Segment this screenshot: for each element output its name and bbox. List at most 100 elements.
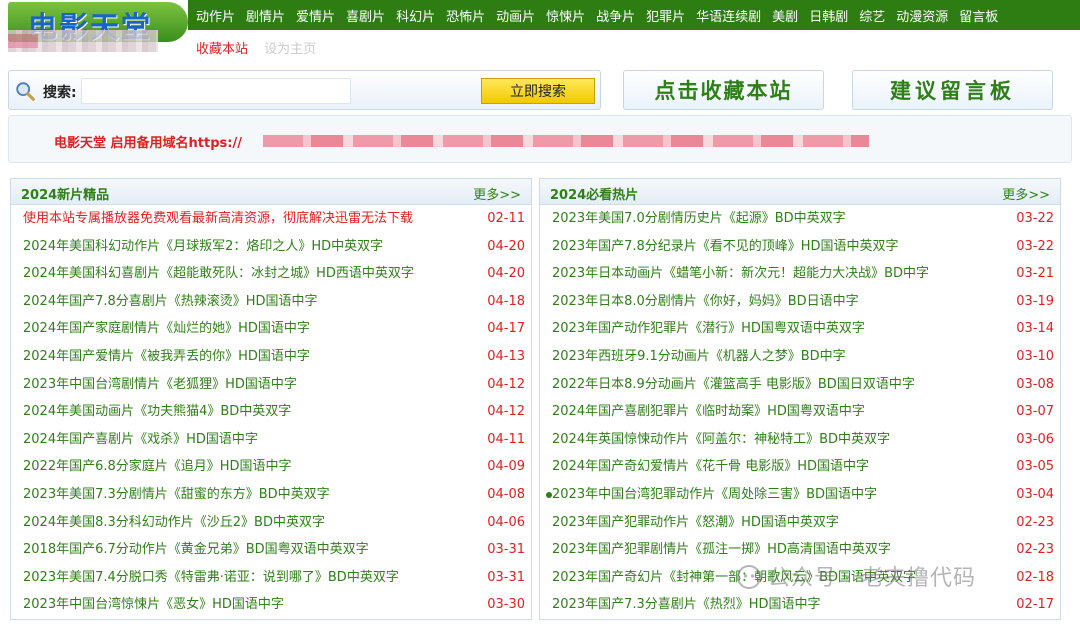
date-label: 03-30 bbox=[487, 597, 525, 613]
list-item[interactable]: 使用本站专属播放器免费观看最新高清资源，彻底解决迅雷无法下载 02-11 bbox=[11, 205, 531, 233]
list-item[interactable]: 2024年国产奇幻爱情片《花千骨 电影版》HD国语中字 03-05 bbox=[540, 453, 1060, 481]
date-label: 03-31 bbox=[487, 569, 525, 585]
nav-link[interactable]: 动作片 bbox=[196, 6, 235, 25]
movie-title-link[interactable]: 2018年国产6.7分动作片《黄金兄弟》BD国粤双语中英双字 bbox=[23, 542, 369, 557]
nav-link[interactable]: 动画片 bbox=[496, 6, 535, 25]
movie-title-link[interactable]: 2024年国产奇幻爱情片《花千骨 电影版》HD国语中字 bbox=[552, 459, 869, 474]
movie-title-link[interactable]: 2024年国产7.8分喜剧片《热辣滚烫》HD国语中字 bbox=[23, 294, 318, 309]
list-item[interactable]: 2023年国产犯罪动作片《怒潮》HD国语中英双字 02-23 bbox=[540, 509, 1060, 537]
list-item[interactable]: 2023年国产7.3分喜剧片《热烈》HD国语中字 02-17 bbox=[540, 591, 1060, 619]
nav-link[interactable]: 犯罪片 bbox=[646, 6, 685, 25]
movie-title-link[interactable]: 2023年中国台湾惊悚片《恶女》HD国语中字 bbox=[23, 597, 284, 612]
date-label: 04-17 bbox=[487, 321, 525, 337]
list-item[interactable]: 2023年中国台湾惊悚片《恶女》HD国语中字 03-30 bbox=[11, 591, 531, 619]
movie-title-link[interactable]: 2023年国产7.3分喜剧片《热烈》HD国语中字 bbox=[552, 597, 821, 612]
nav-link[interactable]: 喜剧片 bbox=[346, 6, 385, 25]
set-homepage-link[interactable]: 设为主页 bbox=[264, 42, 316, 57]
nav-link[interactable]: 日韩剧 bbox=[809, 6, 848, 25]
list-item[interactable]: 2024年国产喜剧片《戏杀》HD国语中字 04-11 bbox=[11, 426, 531, 454]
list-item[interactable]: 2024年美国科幻动作片《月球叛军2：烙印之人》HD中英双字 04-20 bbox=[11, 233, 531, 261]
nav-link[interactable]: 综艺 bbox=[859, 6, 885, 25]
nav-link[interactable]: 恐怖片 bbox=[446, 6, 485, 25]
movie-title-link[interactable]: 2024年美国科幻动作片《月球叛军2：烙印之人》HD中英双字 bbox=[23, 239, 383, 254]
list-item[interactable]: 2022年国产6.8分家庭片《追月》HD国语中字 04-09 bbox=[11, 453, 531, 481]
movie-title-link[interactable]: 2023年国产犯罪剧情片《孤注一掷》HD高清国语中英双字 bbox=[552, 542, 891, 557]
list-item[interactable]: 2018年国产6.7分动作片《黄金兄弟》BD国粤双语中英双字 03-31 bbox=[11, 536, 531, 564]
list-item[interactable]: 2023年国产动作犯罪片《潜行》HD国粤双语中英双字 03-14 bbox=[540, 315, 1060, 343]
movie-title-link[interactable]: 2023年西班牙9.1分动画片《机器人之梦》BD中字 bbox=[552, 349, 846, 364]
date-label: 04-06 bbox=[487, 514, 525, 530]
list-item[interactable]: 2023年中国台湾剧情片《老狐狸》HD国语中字 04-12 bbox=[11, 371, 531, 399]
list-item[interactable]: 2023年日本8.0分剧情片《你好，妈妈》BD日语中字 03-19 bbox=[540, 288, 1060, 316]
nav-link[interactable]: 惊悚片 bbox=[546, 6, 585, 25]
date-label: 04-12 bbox=[487, 376, 525, 392]
search-icon bbox=[16, 82, 35, 101]
more-link[interactable]: 更多>> bbox=[473, 184, 521, 203]
movie-title-link[interactable]: 使用本站专属播放器免费观看最新高清资源，彻底解决迅雷无法下载 bbox=[23, 211, 413, 226]
date-label: 04-09 bbox=[487, 459, 525, 475]
wechat-icon bbox=[737, 565, 761, 589]
movie-title-link[interactable]: 2022年国产6.8分家庭片《追月》HD国语中字 bbox=[23, 459, 292, 474]
movie-title-link[interactable]: 2023年中国台湾剧情片《老狐狸》HD国语中字 bbox=[23, 377, 297, 392]
list-item[interactable]: 2024年国产7.8分喜剧片《热辣滚烫》HD国语中字 04-18 bbox=[11, 288, 531, 316]
nav-link[interactable]: 留言板 bbox=[959, 6, 998, 25]
date-label: 04-13 bbox=[487, 348, 525, 364]
bookmark-site-button[interactable]: 点击收藏本站 bbox=[623, 70, 824, 110]
list-item[interactable]: 2024年英国惊悚动作片《阿盖尔：神秘特工》BD中英双字 03-06 bbox=[540, 426, 1060, 454]
list-item[interactable]: 2023年西班牙9.1分动画片《机器人之梦》BD中字 03-10 bbox=[540, 343, 1060, 371]
movie-title-link[interactable]: 2023年日本动画片《蜡笔小新：新次元！超能力大决战》BD中字 bbox=[552, 266, 929, 281]
guestbook-button[interactable]: 建议留言板 bbox=[852, 70, 1053, 110]
nav-link[interactable]: 爱情片 bbox=[296, 6, 335, 25]
movie-title-link[interactable]: 2024年国产家庭剧情片《灿烂的她》HD国语中字 bbox=[23, 321, 310, 336]
list-item[interactable]: 2023年日本动画片《蜡笔小新：新次元！超能力大决战》BD中字 03-21 bbox=[540, 260, 1060, 288]
site-logo[interactable]: 电影天堂 bbox=[8, 2, 188, 58]
list-item[interactable]: 2023年美国7.4分脱口秀《特雷弗·诺亚：说到哪了》BD中英双字 03-31 bbox=[11, 564, 531, 592]
date-label: 03-06 bbox=[1016, 431, 1054, 447]
nav-link[interactable]: 动漫资源 bbox=[896, 6, 948, 25]
search-button[interactable]: 立即搜索 bbox=[481, 78, 595, 104]
date-label: 03-10 bbox=[1016, 348, 1054, 364]
list-item[interactable]: 2024年国产家庭剧情片《灿烂的她》HD国语中字 04-17 bbox=[11, 315, 531, 343]
movie-title-link[interactable]: 2024年英国惊悚动作片《阿盖尔：神秘特工》BD中英双字 bbox=[552, 432, 890, 447]
movie-title-link[interactable]: 2023年美国7.3分剧情片《甜蜜的东方》BD中英双字 bbox=[23, 487, 330, 502]
more-link[interactable]: 更多>> bbox=[1002, 184, 1050, 203]
list-item[interactable]: 2024年国产爱情片《被我弄丢的你》HD国语中字 04-13 bbox=[11, 343, 531, 371]
movie-title-link[interactable]: 2023年国产动作犯罪片《潜行》HD国粤双语中英双字 bbox=[552, 321, 865, 336]
movie-title-link[interactable]: 2024年国产喜剧犯罪片《临时劫案》HD国粤双语中字 bbox=[552, 404, 865, 419]
nav-link[interactable]: 战争片 bbox=[596, 6, 635, 25]
list-item[interactable]: 2024年美国8.3分科幻动作片《沙丘2》BD中英双字 04-06 bbox=[11, 509, 531, 537]
sublinks: 收藏本站 设为主页 bbox=[196, 38, 316, 57]
favorite-link[interactable]: 收藏本站 bbox=[196, 42, 248, 57]
list-item[interactable]: 2023年国产7.8分纪录片《看不见的顶峰》HD国语中英双字 03-22 bbox=[540, 233, 1060, 261]
movie-title-link[interactable]: 2023年美国7.4分脱口秀《特雷弗·诺亚：说到哪了》BD中英双字 bbox=[23, 570, 399, 585]
search-label: 搜索: bbox=[43, 85, 77, 101]
list-item[interactable]: 2024年美国科幻喜剧片《超能敢死队：冰封之城》HD西语中英双字 04-20 bbox=[11, 260, 531, 288]
bullet-icon bbox=[546, 491, 552, 498]
nav-link[interactable]: 剧情片 bbox=[246, 6, 285, 25]
movie-title-link[interactable]: 2023年日本8.0分剧情片《你好，妈妈》BD日语中字 bbox=[552, 294, 859, 309]
nav-link[interactable]: 科幻片 bbox=[396, 6, 435, 25]
date-label: 03-21 bbox=[1016, 266, 1054, 282]
movie-title-link[interactable]: 2024年国产喜剧片《戏杀》HD国语中字 bbox=[23, 432, 258, 447]
nav-link[interactable]: 美剧 bbox=[772, 6, 798, 25]
movie-title-link[interactable]: 2024年美国8.3分科幻动作片《沙丘2》BD中英双字 bbox=[23, 515, 325, 530]
list-item[interactable]: 2023年美国7.0分剧情历史片《起源》BD中英双字 03-22 bbox=[540, 205, 1060, 233]
movie-title-link[interactable]: 2023年国产犯罪动作片《怒潮》HD国语中英双字 bbox=[552, 515, 839, 530]
panel-title: 2024必看热片 bbox=[550, 188, 639, 203]
list-item[interactable]: 2024年美国动画片《功夫熊猫4》BD中英双字 04-12 bbox=[11, 398, 531, 426]
movie-title-link[interactable]: 2023年中国台湾犯罪动作片《周处除三害》BD国语中字 bbox=[552, 487, 877, 502]
movie-title-link[interactable]: 2024年国产爱情片《被我弄丢的你》HD国语中字 bbox=[23, 349, 310, 364]
list-item[interactable]: 2023年美国7.3分剧情片《甜蜜的东方》BD中英双字 04-08 bbox=[11, 481, 531, 509]
movie-title-link[interactable]: 2024年美国科幻喜剧片《超能敢死队：冰封之城》HD西语中英双字 bbox=[23, 266, 414, 281]
panel-header: 2024必看热片 更多>> bbox=[540, 179, 1060, 205]
nav-link[interactable]: 华语连续剧 bbox=[696, 6, 761, 25]
movie-title-link[interactable]: 2024年美国动画片《功夫熊猫4》BD中英双字 bbox=[23, 404, 291, 419]
search-input[interactable] bbox=[81, 78, 351, 104]
logo-blurred-domain bbox=[8, 30, 158, 52]
list-item[interactable]: 2023年中国台湾犯罪动作片《周处除三害》BD国语中字 03-04 bbox=[540, 481, 1060, 509]
list-item[interactable]: 2022年日本8.9分动画片《灌篮高手 电影版》BD国日双语中字 03-08 bbox=[540, 371, 1060, 399]
list-item[interactable]: 2024年国产喜剧犯罪片《临时劫案》HD国粤双语中字 03-07 bbox=[540, 398, 1060, 426]
movie-title-link[interactable]: 2023年国产7.8分纪录片《看不见的顶峰》HD国语中英双字 bbox=[552, 239, 899, 254]
movie-title-link[interactable]: 2023年美国7.0分剧情历史片《起源》BD中英双字 bbox=[552, 211, 846, 226]
movie-title-link[interactable]: 2022年日本8.9分动画片《灌篮高手 电影版》BD国日双语中字 bbox=[552, 377, 915, 392]
